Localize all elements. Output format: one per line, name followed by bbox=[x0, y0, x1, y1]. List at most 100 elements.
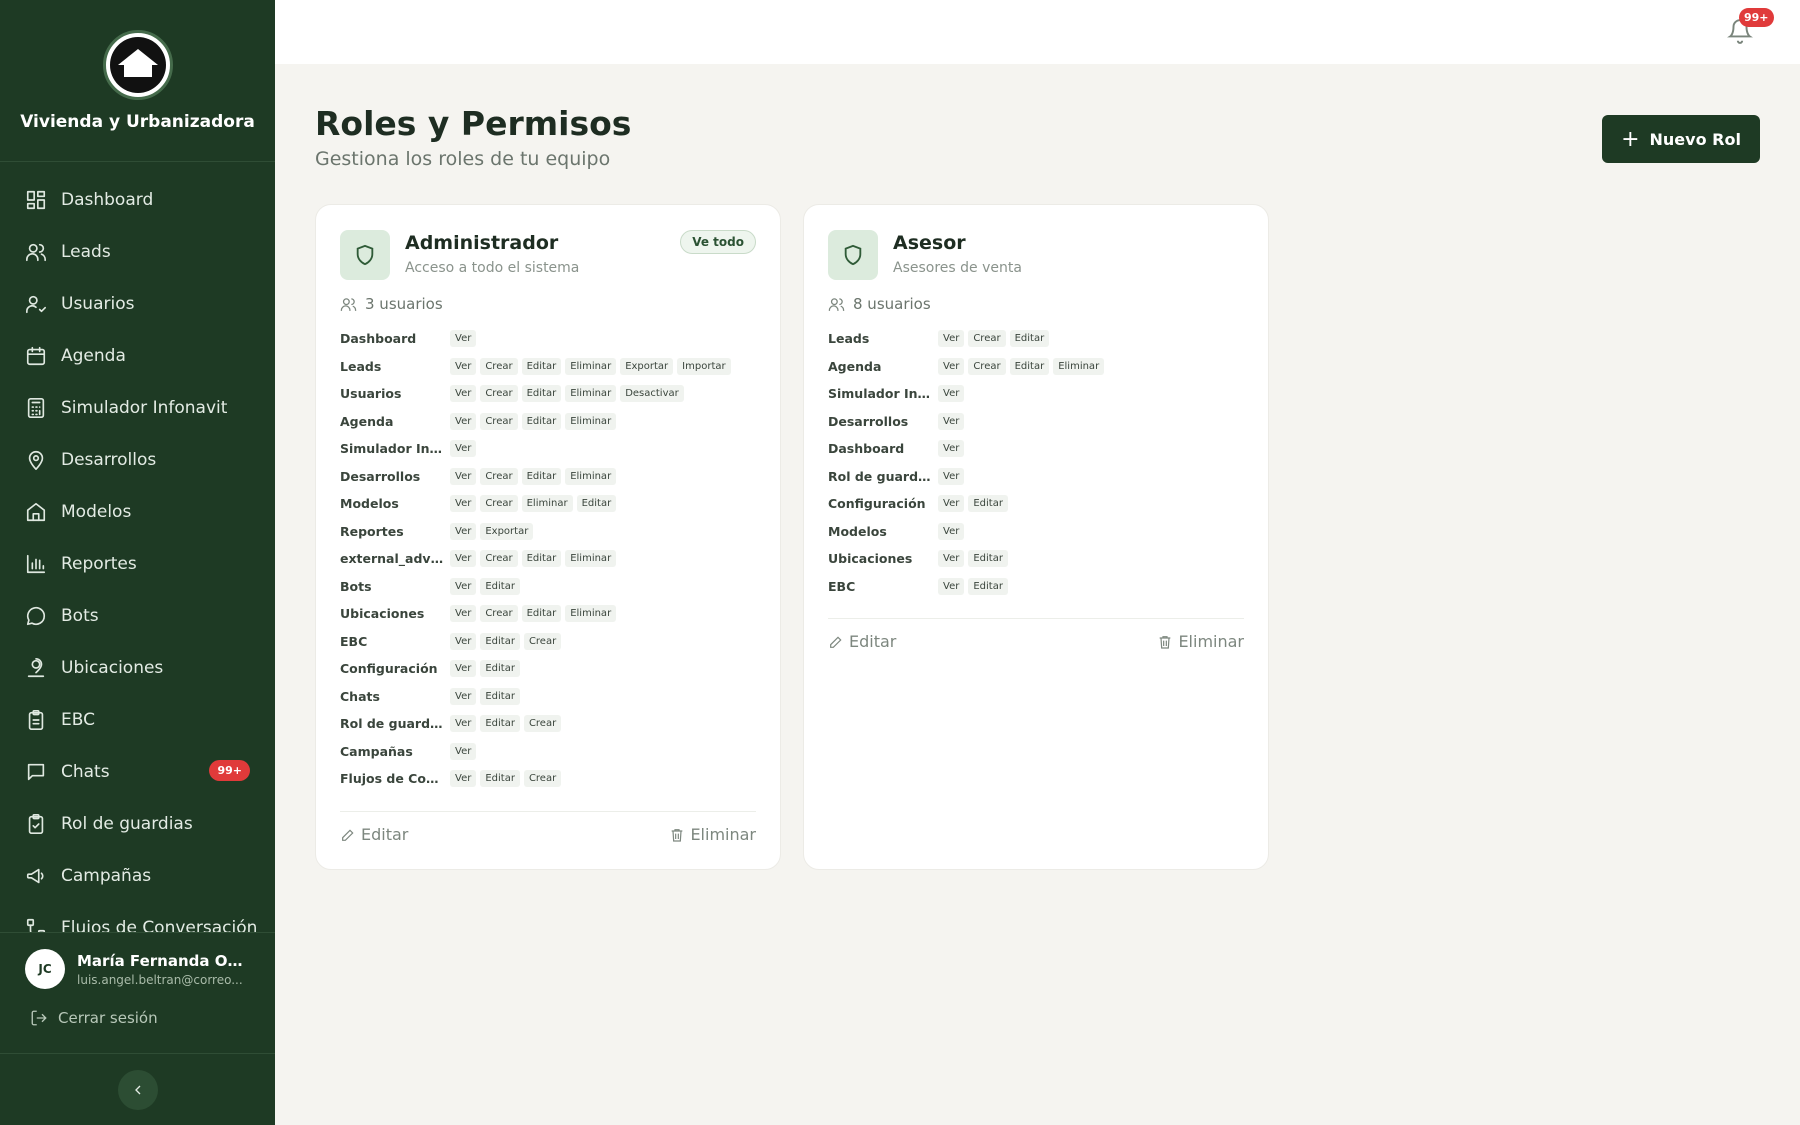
permission-actions: Ver Crear Editar Eliminar bbox=[450, 550, 620, 568]
permission-list: Dashboard Ver Leads Ver Crear Editar Eliminar E… bbox=[340, 325, 760, 793]
sidebar-item-label: Chats bbox=[61, 762, 110, 782]
main-content: Roles y Permisos Gestiona los roles de t… bbox=[275, 64, 1800, 1125]
permission-tag: Ver bbox=[938, 330, 965, 348]
permission-row: Bots Ver Editar bbox=[340, 573, 760, 601]
sidebar-item-ubicaciones[interactable]: Ubicaciones bbox=[0, 642, 275, 694]
permission-actions: Ver Exportar bbox=[450, 522, 537, 540]
permission-tag: Ver bbox=[450, 467, 477, 485]
sidebar-item-flujos[interactable]: Flujos de Conversación bbox=[0, 902, 275, 932]
permission-module: Agenda bbox=[340, 413, 394, 429]
sidebar-item-ebc[interactable]: EBC bbox=[0, 694, 275, 746]
notifications-button[interactable]: 99+ bbox=[1727, 8, 1774, 46]
permission-tag: Crear bbox=[480, 495, 518, 513]
sidebar-item-label: Usuarios bbox=[61, 294, 135, 314]
permission-tag: Exportar bbox=[620, 357, 674, 375]
permission-actions: Ver Crear Eliminar Editar bbox=[450, 495, 620, 513]
sidebar-item-bots[interactable]: Bots bbox=[0, 590, 275, 642]
permission-actions: Ver Crear Editar Eliminar bbox=[450, 412, 620, 430]
permission-module: Dashboard bbox=[828, 441, 905, 457]
card-divider bbox=[828, 618, 1244, 619]
permission-tag: Crear bbox=[480, 357, 518, 375]
user-email: luis.angel.beltran@correo... bbox=[77, 972, 243, 987]
role-users-count: 8 usuarios bbox=[828, 295, 931, 313]
permission-row: Leads Ver Crear Editar bbox=[828, 325, 1248, 353]
sidebar: Vivienda y Urbanizadora Dashboard Leads … bbox=[0, 0, 275, 1125]
permission-tag: Ver bbox=[450, 357, 477, 375]
permission-module: Leads bbox=[340, 358, 382, 374]
edit-label: Editar bbox=[849, 632, 897, 651]
permission-row: Chats Ver Editar bbox=[340, 683, 760, 711]
delete-role-button[interactable]: Eliminar bbox=[1157, 632, 1244, 651]
permission-actions: Ver bbox=[938, 385, 968, 403]
sidebar-item-label: Bots bbox=[61, 606, 99, 626]
users-icon bbox=[828, 297, 845, 311]
pencil-icon bbox=[830, 635, 842, 648]
permission-tag: Ver bbox=[938, 412, 965, 430]
sidebar-item-label: Flujos de Conversación bbox=[61, 918, 258, 932]
sidebar-item-campanas[interactable]: Campañas bbox=[0, 850, 275, 902]
sidebar-item-modelos[interactable]: Modelos bbox=[0, 486, 275, 538]
permission-actions: Ver Editar bbox=[450, 577, 524, 595]
sidebar-item-desarrollos[interactable]: Desarrollos bbox=[0, 434, 275, 486]
chats-unread-badge: 99+ bbox=[209, 760, 250, 781]
shield-icon bbox=[844, 244, 862, 266]
chat-icon bbox=[27, 763, 45, 781]
permission-tag: Ver bbox=[938, 467, 965, 485]
sidebar-item-agenda[interactable]: Agenda bbox=[0, 330, 275, 382]
permission-module: Configuración bbox=[828, 496, 926, 512]
delete-role-button[interactable]: Eliminar bbox=[669, 825, 756, 844]
new-role-button[interactable]: + Nuevo Rol bbox=[1602, 115, 1760, 163]
permission-actions: Ver Crear Editar Eliminar bbox=[450, 467, 620, 485]
delete-label: Eliminar bbox=[690, 825, 756, 844]
users-icon bbox=[340, 297, 357, 311]
permission-tag: Ver bbox=[450, 577, 477, 595]
user-check-icon bbox=[26, 295, 46, 314]
permission-row: Ubicaciones Ver Crear Editar Eliminar bbox=[340, 600, 760, 628]
permission-row: Simulador Inf... Ver bbox=[340, 435, 760, 463]
permission-tag: Ver bbox=[450, 715, 477, 733]
user-profile[interactable]: JC María Fernanda Orte... luis.angel.bel… bbox=[0, 933, 275, 989]
role-card-asesor: Asesor Asesores de venta 8 usuarios Lead… bbox=[803, 204, 1269, 870]
sidebar-item-usuarios[interactable]: Usuarios bbox=[0, 278, 275, 330]
permission-module: Desarrollos bbox=[828, 413, 909, 429]
permission-actions: Ver bbox=[938, 412, 968, 430]
sidebar-item-reportes[interactable]: Reportes bbox=[0, 538, 275, 590]
notifications-badge: 99+ bbox=[1739, 8, 1774, 27]
permission-module: external_advi... bbox=[340, 551, 450, 567]
permission-row: Rol de guardias Ver bbox=[828, 463, 1248, 491]
sidebar-item-dashboard[interactable]: Dashboard bbox=[0, 174, 275, 226]
megaphone-icon bbox=[26, 868, 44, 884]
edit-role-button[interactable]: Editar bbox=[340, 825, 408, 844]
trash-icon bbox=[1160, 635, 1171, 649]
permission-module: EBC bbox=[828, 578, 856, 594]
permission-module: EBC bbox=[340, 633, 368, 649]
permission-tag: Eliminar bbox=[565, 412, 617, 430]
sidebar-item-simulador[interactable]: Simulador Infonavit bbox=[0, 382, 275, 434]
permission-module: Leads bbox=[828, 331, 870, 347]
company-logo[interactable] bbox=[102, 30, 173, 100]
permission-row: Configuración Ver Editar bbox=[828, 490, 1248, 518]
sidebar-item-chats[interactable]: Chats 99+ bbox=[0, 746, 275, 798]
permission-actions: Ver Editar bbox=[450, 660, 524, 678]
logout-button[interactable]: Cerrar sesión bbox=[0, 989, 275, 1027]
edit-role-button[interactable]: Editar bbox=[828, 632, 896, 651]
sidebar-item-leads[interactable]: Leads bbox=[0, 226, 275, 278]
permission-module: Ubicaciones bbox=[828, 551, 913, 567]
permission-row: EBC Ver Editar bbox=[828, 573, 1248, 601]
permission-tag: Crear bbox=[480, 385, 518, 403]
permission-tag: Ver bbox=[938, 357, 965, 375]
permission-module: Dashboard bbox=[340, 331, 417, 347]
sidebar-item-label: Ubicaciones bbox=[61, 658, 164, 678]
permission-tag: Crear bbox=[523, 770, 562, 788]
permission-module: Agenda bbox=[828, 358, 882, 374]
message-circle-icon bbox=[26, 606, 46, 626]
permission-tag: Ver bbox=[450, 742, 477, 760]
permission-module: Rol de guardias bbox=[828, 468, 938, 484]
sidebar-item-rol-de-guardias[interactable]: Rol de guardias bbox=[0, 798, 275, 850]
permission-tag: Editar bbox=[480, 770, 520, 788]
permission-row: Rol de guardias Ver Editar Crear bbox=[340, 710, 760, 738]
permission-row: Usuarios Ver Crear Editar Eliminar Desactivar bbox=[340, 380, 760, 408]
permission-tag: Eliminar bbox=[565, 385, 617, 403]
collapse-sidebar-button[interactable] bbox=[118, 1070, 158, 1110]
users-icon bbox=[26, 243, 46, 262]
